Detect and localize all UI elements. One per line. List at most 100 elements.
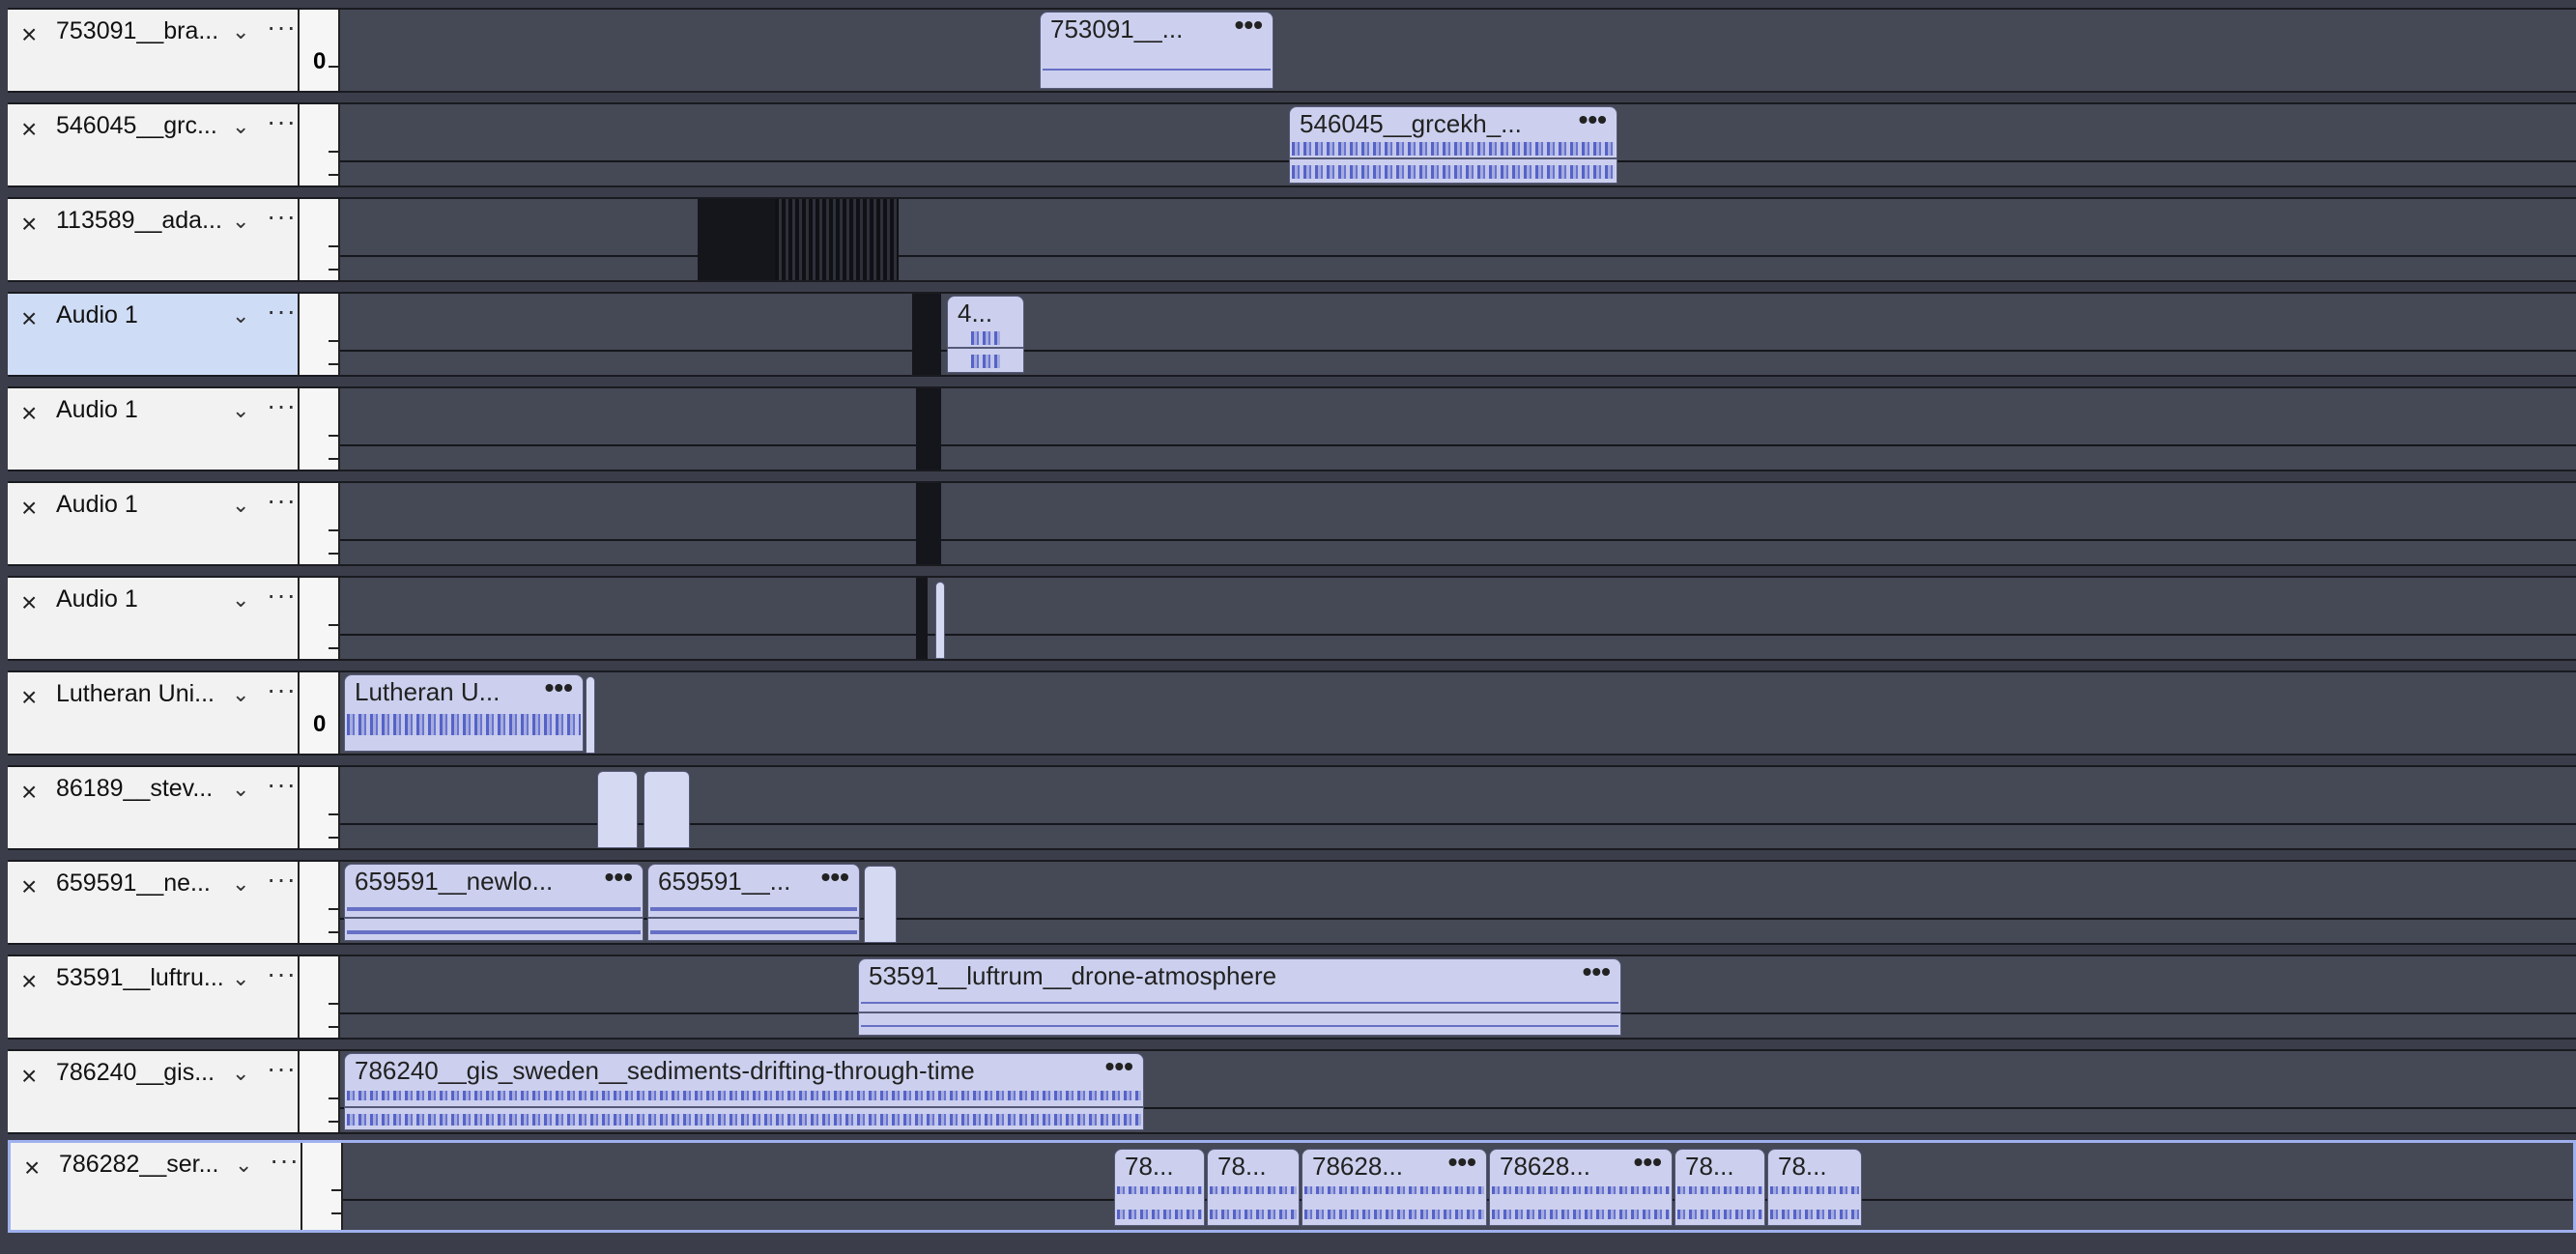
chevron-down-icon[interactable]: ⌄: [232, 211, 249, 232]
audio-clip[interactable]: 546045__grcekh_... •••: [1289, 106, 1617, 184]
audio-clip[interactable]: 753091__... •••: [1040, 12, 1274, 89]
clip-block[interactable]: [775, 199, 899, 280]
audio-clip[interactable]: 78...: [1767, 1149, 1862, 1226]
chevron-down-icon[interactable]: ⌄: [232, 779, 249, 800]
track-lane[interactable]: 786240__gis_sweden__sediments-drifting-t…: [340, 1051, 2576, 1132]
close-icon[interactable]: ×: [21, 21, 37, 48]
clip-more-button[interactable]: •••: [545, 675, 573, 704]
clip-more-button[interactable]: •••: [1448, 1150, 1476, 1179]
track-more-button[interactable]: ···: [267, 108, 297, 135]
track-header[interactable]: × Audio 1 ⌄ ···: [8, 294, 300, 375]
audio-clip[interactable]: 4...: [947, 296, 1024, 373]
audio-clip[interactable]: 78628... •••: [1302, 1149, 1487, 1226]
close-icon[interactable]: ×: [21, 873, 37, 900]
track-more-button[interactable]: ···: [267, 487, 297, 514]
close-icon[interactable]: ×: [21, 211, 37, 238]
track-more-button[interactable]: ···: [267, 14, 297, 41]
close-icon[interactable]: ×: [21, 1063, 37, 1090]
track-name[interactable]: 786282__ser...: [59, 1151, 238, 1179]
close-icon[interactable]: ×: [21, 589, 37, 616]
track-name[interactable]: Audio 1: [56, 491, 235, 519]
track-header[interactable]: × Audio 1 ⌄ ···: [8, 388, 300, 470]
track-lane[interactable]: 753091__... •••: [340, 10, 2576, 91]
audio-clip[interactable]: 659591__... •••: [647, 864, 860, 941]
track-more-button[interactable]: ···: [267, 298, 297, 325]
audio-clip[interactable]: [864, 866, 897, 943]
track-lane[interactable]: 78... 78... 78628... ••• 78628... ••• 78…: [343, 1143, 2573, 1230]
track-header[interactable]: × 546045__grc... ⌄ ···: [8, 104, 300, 185]
clip-block[interactable]: [916, 578, 928, 659]
track-name[interactable]: Audio 1: [56, 585, 235, 613]
track-more-button[interactable]: ···: [267, 771, 297, 798]
track-lane[interactable]: [340, 199, 2576, 280]
track-name[interactable]: 546045__grc...: [56, 112, 235, 140]
close-icon[interactable]: ×: [21, 400, 37, 427]
track-more-button[interactable]: ···: [267, 676, 297, 703]
track-header[interactable]: × Audio 1 ⌄ ···: [8, 483, 300, 564]
track-lane[interactable]: [340, 578, 2576, 659]
track-name[interactable]: 659591__ne...: [56, 869, 235, 898]
track-header[interactable]: × 753091__bra... ⌄ ···: [8, 10, 300, 91]
track-more-button[interactable]: ···: [267, 392, 297, 419]
audio-clip[interactable]: Lutheran U... •••: [344, 674, 584, 752]
track-lane[interactable]: Lutheran U... •••: [340, 672, 2576, 754]
track-lane[interactable]: 53591__luftrum__drone-atmosphere •••: [340, 956, 2576, 1038]
track-name[interactable]: 786240__gis...: [56, 1059, 235, 1087]
track-header[interactable]: × 53591__luftru... ⌄ ···: [8, 956, 300, 1038]
close-icon[interactable]: ×: [21, 305, 37, 332]
clip-more-button[interactable]: •••: [821, 865, 849, 894]
track-header[interactable]: × 786240__gis... ⌄ ···: [8, 1051, 300, 1132]
chevron-down-icon[interactable]: ⌄: [232, 589, 249, 611]
clip-more-button[interactable]: •••: [1235, 13, 1263, 42]
clip-more-button[interactable]: •••: [1105, 1054, 1133, 1083]
track-more-button[interactable]: ···: [270, 1147, 300, 1174]
chevron-down-icon[interactable]: ⌄: [235, 1154, 252, 1176]
track-header[interactable]: × 113589__ada... ⌄ ···: [8, 199, 300, 280]
track-more-button[interactable]: ···: [267, 1055, 297, 1082]
track-lane[interactable]: 546045__grcekh_... •••: [340, 104, 2576, 185]
chevron-down-icon[interactable]: ⌄: [232, 873, 249, 895]
clip-more-button[interactable]: •••: [1579, 107, 1607, 136]
track-header[interactable]: × Audio 1 ⌄ ···: [8, 578, 300, 659]
close-icon[interactable]: ×: [21, 779, 37, 806]
close-icon[interactable]: ×: [24, 1154, 40, 1182]
chevron-down-icon[interactable]: ⌄: [232, 400, 249, 421]
audio-clip[interactable]: 53591__luftrum__drone-atmosphere •••: [858, 958, 1621, 1036]
audio-clip[interactable]: [597, 771, 638, 848]
audio-clip[interactable]: 659591__newlo... •••: [344, 864, 644, 941]
chevron-down-icon[interactable]: ⌄: [232, 116, 249, 137]
audio-clip[interactable]: 78...: [1207, 1149, 1300, 1226]
audio-clip[interactable]: 78628... •••: [1489, 1149, 1673, 1226]
clip-block[interactable]: [916, 483, 941, 564]
track-header[interactable]: × Lutheran Uni... ⌄ ···: [8, 672, 300, 754]
track-name[interactable]: 113589__ada...: [56, 207, 235, 235]
chevron-down-icon[interactable]: ⌄: [232, 305, 249, 327]
clip-more-button[interactable]: •••: [1634, 1150, 1662, 1179]
audio-clip[interactable]: [586, 676, 595, 754]
chevron-down-icon[interactable]: ⌄: [232, 495, 249, 516]
track-header[interactable]: × 786282__ser... ⌄ ···: [11, 1143, 302, 1230]
close-icon[interactable]: ×: [21, 495, 37, 522]
audio-clip[interactable]: [935, 582, 945, 659]
track-header[interactable]: × 86189__stev... ⌄ ···: [8, 767, 300, 848]
track-more-button[interactable]: ···: [267, 960, 297, 987]
track-name[interactable]: 753091__bra...: [56, 17, 235, 45]
audio-clip[interactable]: 78...: [1114, 1149, 1205, 1226]
clip-more-button[interactable]: •••: [605, 865, 633, 894]
audio-clip[interactable]: [644, 771, 690, 848]
chevron-down-icon[interactable]: ⌄: [232, 1063, 249, 1084]
clip-more-button[interactable]: •••: [1583, 959, 1611, 988]
track-lane[interactable]: [340, 767, 2576, 848]
track-more-button[interactable]: ···: [267, 582, 297, 609]
track-lane[interactable]: 659591__newlo... ••• 659591__... •••: [340, 862, 2576, 943]
track-more-button[interactable]: ···: [267, 866, 297, 893]
clip-block[interactable]: [912, 294, 941, 375]
track-name[interactable]: Lutheran Uni...: [56, 680, 235, 708]
track-name[interactable]: 53591__luftru...: [56, 964, 235, 992]
track-lane[interactable]: 4...: [340, 294, 2576, 375]
clip-block[interactable]: [698, 199, 775, 280]
close-icon[interactable]: ×: [21, 684, 37, 711]
audio-clip[interactable]: 78...: [1674, 1149, 1765, 1226]
track-more-button[interactable]: ···: [267, 203, 297, 230]
chevron-down-icon[interactable]: ⌄: [232, 21, 249, 43]
